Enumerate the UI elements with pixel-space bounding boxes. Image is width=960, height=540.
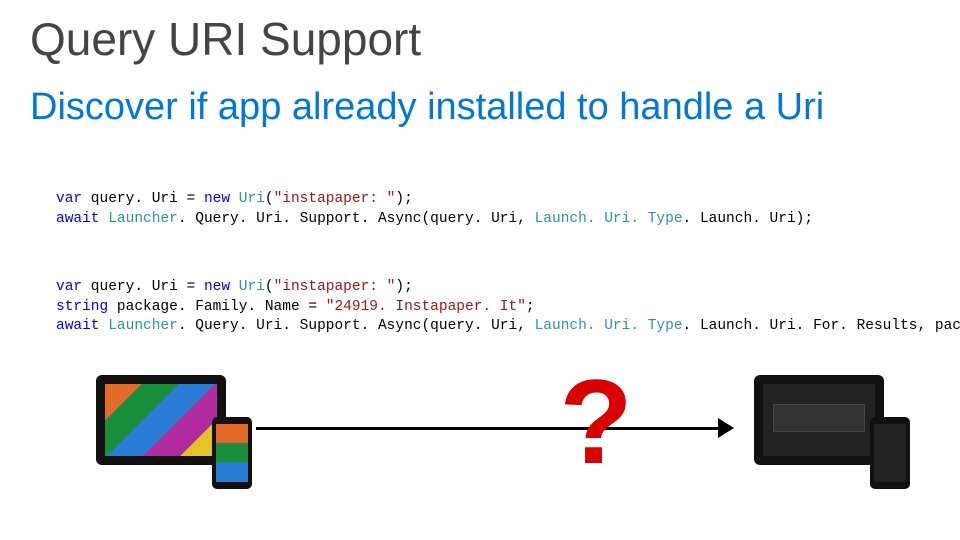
diagram: ? [96,370,904,490]
arrow-line-icon [256,427,720,430]
code-text: . Query. Uri. Support. Async(query. Uri, [178,318,535,334]
code-type: Uri [239,279,265,295]
code-type: Uri [239,191,265,207]
code-text: ( [265,191,274,207]
tablet-screen-icon [763,384,875,456]
target-devices [754,375,904,485]
code-text: ( [265,279,274,295]
code-block-2: var query. Uri = new Uri("instapaper: ")… [56,278,960,337]
code-text: query. Uri = [82,279,204,295]
code-keyword: var [56,191,82,207]
code-text: ); [395,191,412,207]
code-string: "24919. Instapaper. It" [326,299,526,315]
phone-screen-icon [216,424,248,482]
code-string: "instapaper: " [274,279,396,295]
code-type: Launch. Uri. Type [535,318,683,334]
tablet-icon [96,375,226,465]
code-keyword: await [56,318,100,334]
code-keyword: var [56,279,82,295]
code-text: ; [526,299,535,315]
phone-icon [212,417,252,489]
slide-subtitle: Discover if app already installed to han… [30,86,824,129]
code-block-1: var query. Uri = new Uri("instapaper: ")… [56,190,813,229]
code-type: Launcher [108,318,178,334]
question-mark: ? [559,362,632,482]
code-text [230,279,239,295]
arrow-head-icon [718,418,734,438]
code-string: "instapaper: " [274,191,396,207]
code-type: Launcher [108,211,178,227]
code-text: . Launch. Uri. For. Results, package. Fa… [683,318,960,334]
slide-title: Query URI Support [30,12,421,66]
code-text [100,211,109,227]
arrow-icon [256,418,734,438]
code-text: query. Uri = [82,191,204,207]
tablet-screen-icon [105,384,217,456]
phone-icon [870,417,910,489]
code-keyword: new [204,279,230,295]
tablet-icon [754,375,884,465]
code-keyword: new [204,191,230,207]
code-keyword: await [56,211,100,227]
code-type: Launch. Uri. Type [535,211,683,227]
phone-screen-icon [874,424,906,482]
code-text [230,191,239,207]
code-text: . Query. Uri. Support. Async(query. Uri, [178,211,535,227]
code-text: ); [395,279,412,295]
code-keyword: string [56,299,108,315]
code-text [100,318,109,334]
source-devices [96,375,246,485]
code-text: package. Family. Name = [108,299,326,315]
code-text: . Launch. Uri); [683,211,814,227]
